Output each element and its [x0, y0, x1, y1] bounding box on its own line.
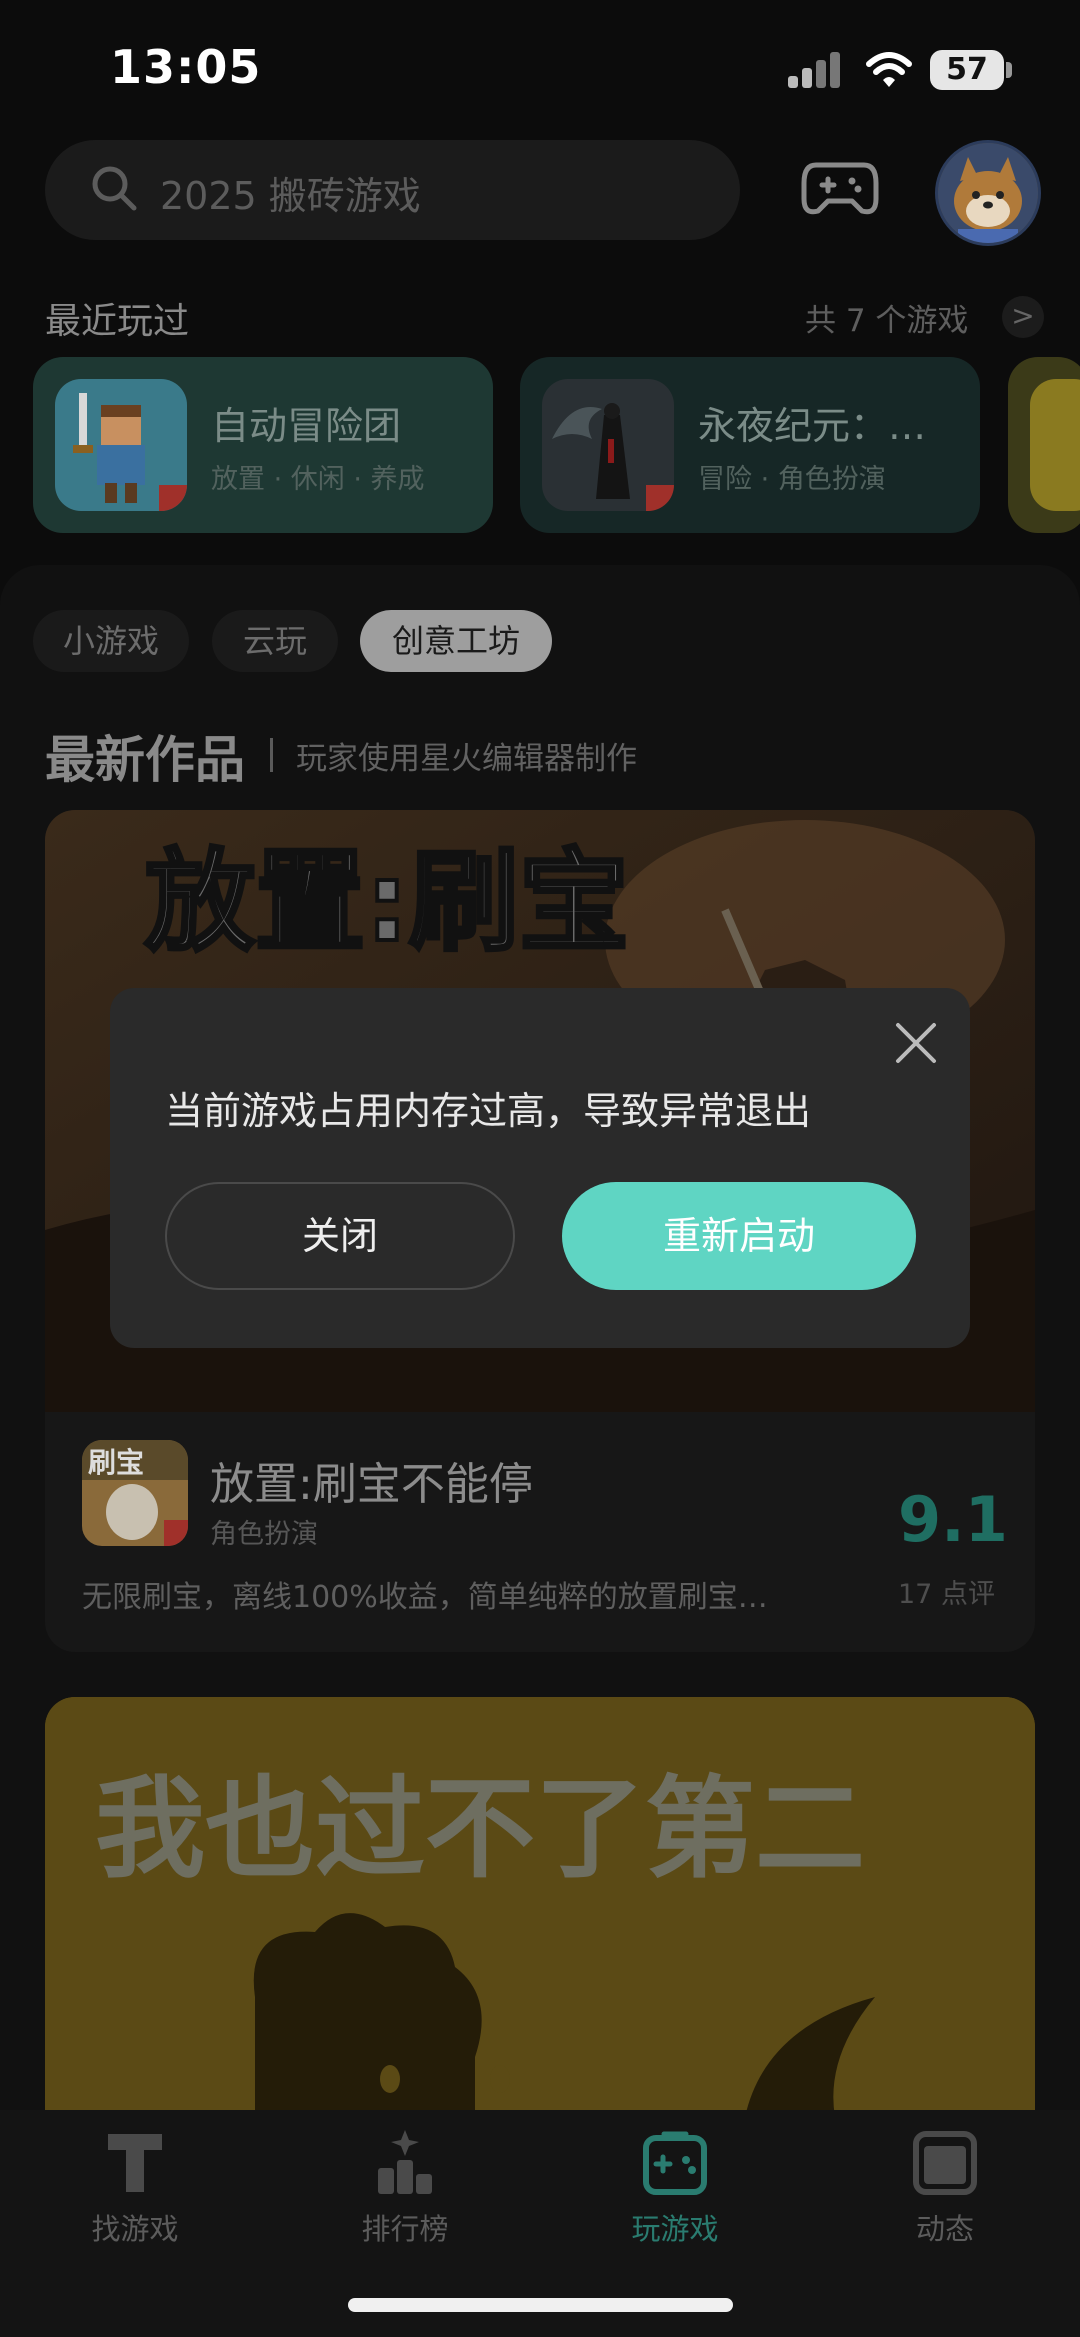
nav-play-games[interactable]: 玩游戏: [575, 2128, 775, 2248]
tab-creative-workshop[interactable]: 创意工坊: [360, 610, 552, 672]
home-indicator[interactable]: [348, 2298, 733, 2312]
tab-mini-games[interactable]: 小游戏: [33, 610, 189, 672]
battery-indicator: 57: [930, 50, 1004, 90]
recent-game-tags: 放置 · 休闲 · 养成: [211, 464, 425, 495]
user-avatar[interactable]: [935, 140, 1041, 246]
search-placeholder[interactable]: 2025 搬砖游戏: [160, 165, 421, 220]
recent-game-name: 自动冒险团: [211, 404, 402, 448]
nav-label: 动态: [915, 2212, 974, 2246]
find-games-icon: [100, 2128, 170, 2198]
featured-game-icon: 刷宝: [82, 1440, 188, 1546]
chevron-right-icon[interactable]: >: [1002, 296, 1044, 338]
nav-find-games[interactable]: 找游戏: [35, 2128, 235, 2248]
crash-dialog: [110, 988, 970, 1348]
recent-game-card[interactable]: 永夜纪元：… 冒险 · 角色扮演: [520, 357, 980, 533]
featured-game-description: 无限刷宝，离线100%收益，简单纯粹的放置刷宝…: [82, 1580, 768, 1615]
icon-text: 刷宝: [88, 1446, 144, 1479]
banner-title: 放置:刷宝: [145, 838, 629, 966]
feed-icon: [910, 2128, 980, 2198]
gamepad-icon[interactable]: [800, 155, 880, 221]
gamepad-icon: [640, 2128, 710, 2198]
nav-label: 找游戏: [91, 2212, 179, 2246]
close-icon[interactable]: [890, 1017, 942, 1069]
recent-game-card[interactable]: 自动冒险团 放置 · 休闲 · 养成: [33, 357, 493, 533]
nav-feed[interactable]: 动态: [845, 2128, 1045, 2248]
status-time: 13:05: [110, 40, 262, 94]
wifi-icon: [865, 50, 913, 90]
search-icon: [88, 162, 140, 214]
game-icon: [1030, 379, 1080, 511]
featured-game-reviews: 17 点评: [898, 1579, 995, 1610]
section-title: 最新作品: [45, 731, 245, 789]
cellular-signal-icon: [788, 52, 844, 88]
game-icon: [55, 379, 187, 511]
game-banner[interactable]: 我也过不了第二: [45, 1697, 1035, 2117]
recent-game-name: 永夜纪元：…: [698, 404, 927, 448]
recent-game-card[interactable]: [1008, 357, 1080, 533]
nav-label: 玩游戏: [631, 2212, 719, 2246]
featured-game-score: 9.1: [898, 1483, 1008, 1556]
game-icon: [542, 379, 674, 511]
section-divider: [270, 738, 273, 772]
ranking-icon: [370, 2128, 440, 2198]
dialog-message: 当前游戏占用内存过高，导致异常退出: [165, 1089, 812, 1133]
section-subtitle: 玩家使用星火编辑器制作: [296, 741, 637, 777]
tab-cloud-play[interactable]: 云玩: [212, 610, 338, 672]
nav-ranking[interactable]: 排行榜: [305, 2128, 505, 2248]
nav-label: 排行榜: [361, 2212, 449, 2246]
recent-game-count[interactable]: 共 7 个游戏: [805, 295, 968, 340]
recent-section-title: 最近玩过: [45, 301, 190, 342]
featured-game-name: 放置:刷宝不能停: [210, 1459, 533, 1510]
battery-tip: [1006, 62, 1012, 78]
restart-button[interactable]: 重新启动: [562, 1182, 916, 1290]
featured-game-genre: 角色扮演: [210, 1519, 318, 1550]
recent-game-tags: 冒险 · 角色扮演: [698, 464, 886, 495]
close-button[interactable]: 关闭: [165, 1182, 515, 1290]
banner-title: 我也过不了第二: [95, 1765, 865, 1893]
